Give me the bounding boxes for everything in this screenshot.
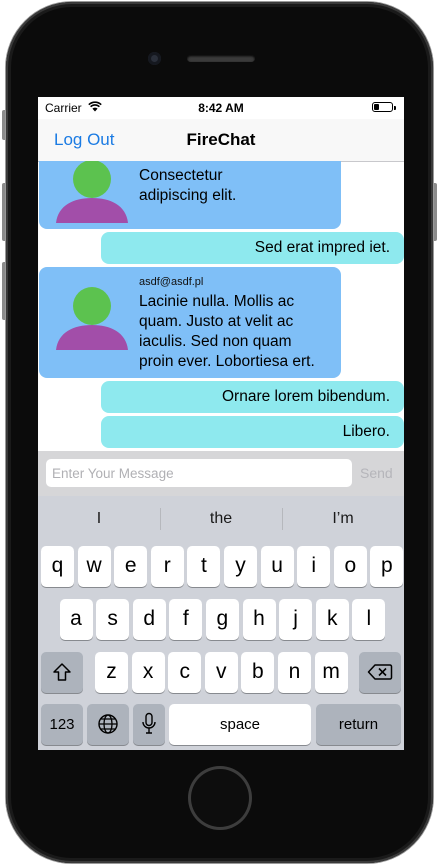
key-z[interactable]: z <box>95 652 128 693</box>
key-a[interactable]: a <box>59 599 93 640</box>
key-g[interactable]: g <box>205 599 239 640</box>
avatar-icon <box>56 287 128 350</box>
key-u[interactable]: u <box>260 546 294 587</box>
key-v[interactable]: v <box>204 652 238 693</box>
key-l[interactable]: l <box>352 599 386 640</box>
key-i[interactable]: i <box>297 546 331 587</box>
key-q[interactable]: q <box>41 546 74 587</box>
outgoing-message-bubble: Sed erat impred iet. <box>101 232 404 264</box>
return-key[interactable]: return <box>316 704 401 745</box>
delete-key[interactable] <box>359 652 401 693</box>
incoming-message-bubble: asdf@asdf.pl Lacinie nulla. Mollis ac qu… <box>39 267 341 378</box>
delete-icon <box>367 664 393 680</box>
key-k[interactable]: k <box>315 599 349 640</box>
globe-key[interactable] <box>87 704 129 745</box>
earpiece-speaker <box>187 55 255 62</box>
message-list[interactable]: Consectetur adipiscing elit. Sed erat im… <box>38 161 404 451</box>
navigation-bar: Log Out FireChat <box>38 119 404 162</box>
battery-icon <box>372 102 396 112</box>
microphone-icon <box>142 712 156 734</box>
key-e[interactable]: e <box>114 546 148 587</box>
key-c[interactable]: c <box>168 652 202 693</box>
key-r[interactable]: r <box>150 546 184 587</box>
send-button[interactable]: Send <box>360 465 393 481</box>
key-d[interactable]: d <box>132 599 166 640</box>
key-h[interactable]: h <box>242 599 276 640</box>
key-b[interactable]: b <box>241 652 275 693</box>
message-text-line: proin ever. Lobortiesa ert. <box>139 353 315 370</box>
message-text-line: iaculis. Sed non quam <box>139 333 292 350</box>
suggestion-bar: I the I’m <box>38 496 404 542</box>
key-p[interactable]: p <box>370 546 404 587</box>
status-bar: Carrier 8:42 AM <box>38 97 404 119</box>
message-text: Consectetur adipiscing elit. <box>139 166 236 206</box>
home-button[interactable] <box>188 766 252 830</box>
microphone-key[interactable] <box>133 704 165 745</box>
screen: Carrier 8:42 AM Log Out FireChat Consect… <box>38 97 404 750</box>
message-text: Lacinie nulla. Mollis ac quam. Justo at … <box>139 292 315 372</box>
space-key[interactable]: space <box>169 704 311 745</box>
numbers-key[interactable]: 123 <box>41 704 83 745</box>
suggestion-item[interactable]: the <box>160 496 282 542</box>
shift-icon <box>53 663 71 681</box>
incoming-message-bubble: Consectetur adipiscing elit. <box>39 161 341 229</box>
front-camera <box>148 52 161 65</box>
message-text-line: Consectetur <box>139 167 223 184</box>
key-f[interactable]: f <box>169 599 203 640</box>
outgoing-message-bubble: Libero. <box>101 416 404 448</box>
key-j[interactable]: j <box>279 599 313 640</box>
key-o[interactable]: o <box>333 546 367 587</box>
message-input[interactable] <box>46 459 352 487</box>
key-x[interactable]: x <box>131 652 165 693</box>
key-m[interactable]: m <box>314 652 348 693</box>
outgoing-message-bubble: Ornare lorem bibendum. <box>101 381 404 413</box>
status-time: 8:42 AM <box>198 101 244 115</box>
key-s[interactable]: s <box>96 599 130 640</box>
sender-email: asdf@asdf.pl <box>139 276 204 288</box>
key-y[interactable]: y <box>224 546 257 587</box>
suggestion-item[interactable]: I’m <box>282 496 404 542</box>
key-n[interactable]: n <box>278 652 311 693</box>
message-text: Sed erat impred iet. <box>254 239 390 256</box>
key-w[interactable]: w <box>77 546 111 587</box>
message-text-line: Lacinie nulla. Mollis ac <box>139 293 295 310</box>
message-text-line: adipiscing elit. <box>139 187 237 204</box>
message-text-line: quam. Justo at velit ac <box>139 313 294 330</box>
shift-key[interactable] <box>41 652 83 693</box>
globe-icon <box>98 714 118 734</box>
suggestion-item[interactable]: I <box>38 496 160 542</box>
message-text: Libero. <box>342 423 390 440</box>
avatar-icon <box>56 161 128 223</box>
keyboard: I the I’m qwertyuiop asdfghjkl zxcvbnm 1… <box>38 496 404 750</box>
battery-level <box>374 104 379 110</box>
nav-title: FireChat <box>186 130 256 149</box>
message-composer: Send <box>38 451 404 496</box>
message-text: Ornare lorem bibendum. <box>222 388 390 405</box>
key-t[interactable]: t <box>187 546 221 587</box>
